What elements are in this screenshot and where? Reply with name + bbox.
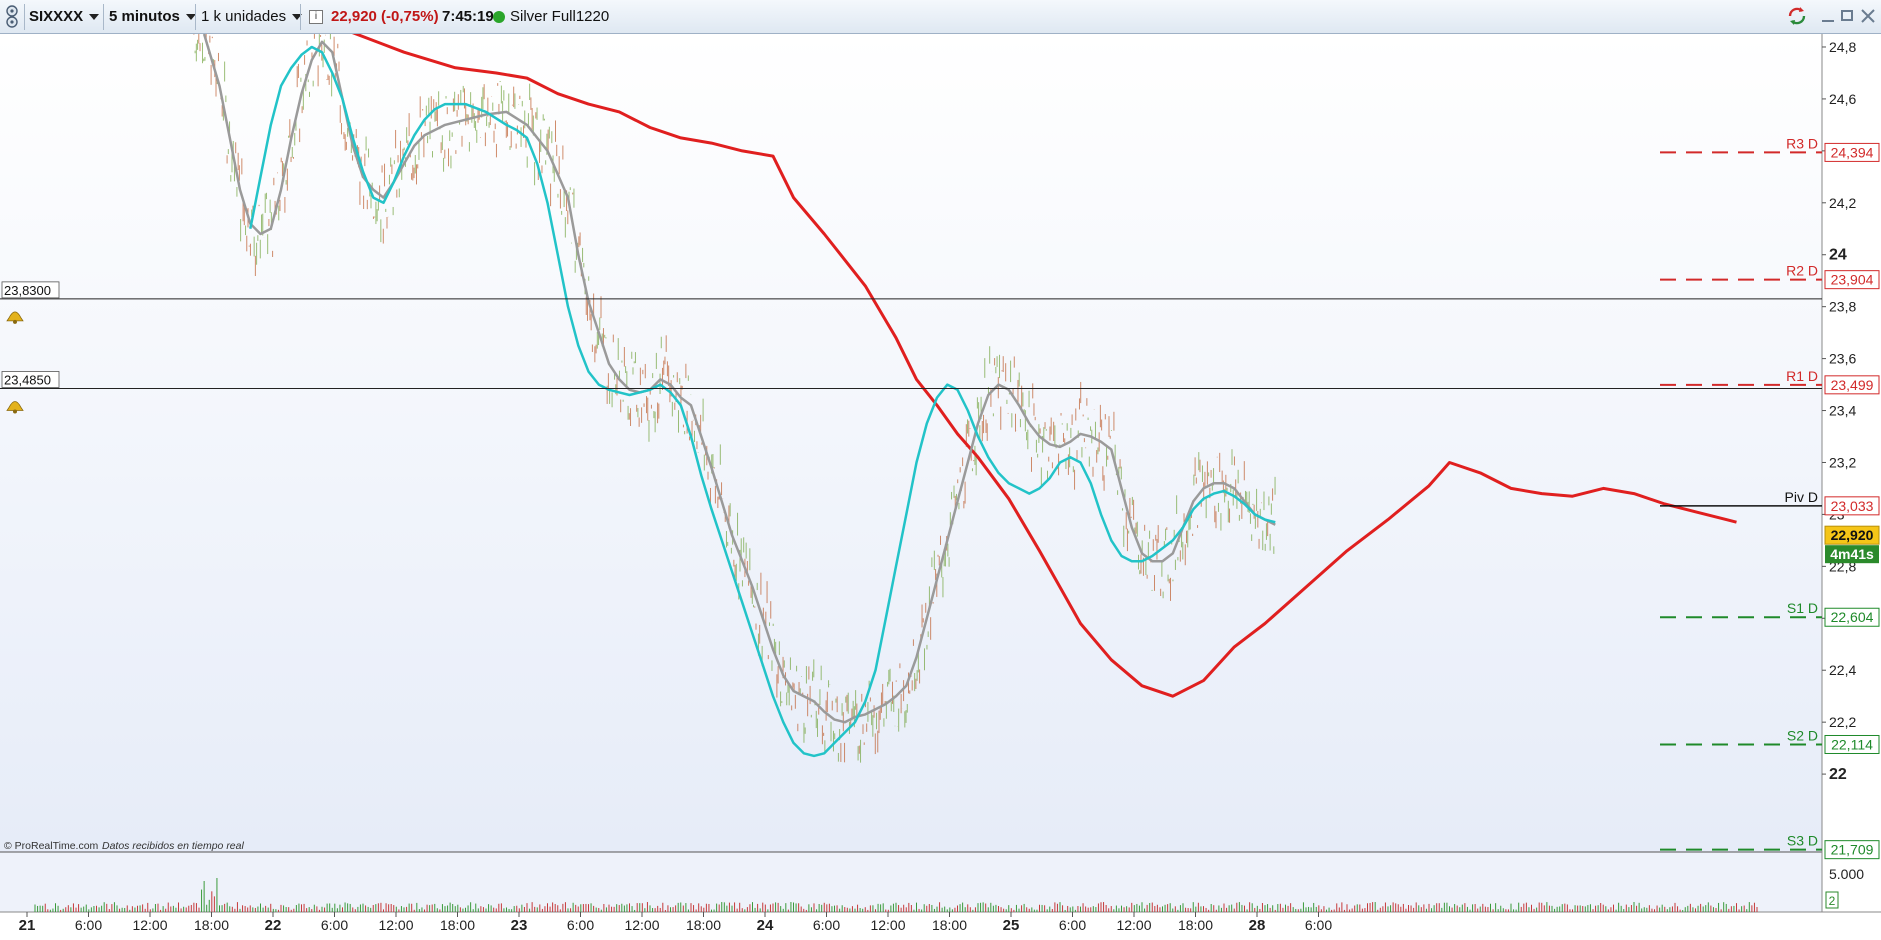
pivot-name: S1 D <box>1787 600 1818 616</box>
x-tick-label: 18:00 <box>440 917 475 933</box>
y-tick-label: 24,6 <box>1829 91 1856 107</box>
volume-tick-label: 5.000 <box>1829 866 1864 882</box>
x-tick-label: 12:00 <box>624 917 659 933</box>
refresh-icon[interactable] <box>1786 5 1808 27</box>
pivot-value: 23,904 <box>1831 272 1874 288</box>
x-tick-label: 28 <box>1249 917 1266 934</box>
symbol-label: SIXXXX <box>29 8 84 25</box>
x-tick-label: 6:00 <box>1305 917 1332 933</box>
x-tick-label: 18:00 <box>932 917 967 933</box>
x-tick-label: 25 <box>1003 917 1020 934</box>
pivot-value: 21,709 <box>1831 842 1874 858</box>
x-tick-label: 12:00 <box>378 917 413 933</box>
x-tick-label: 12:00 <box>132 917 167 933</box>
price-change: 22,920 (-0,75%) <box>331 8 439 25</box>
symbol-dropdown[interactable]: SIXXXX <box>29 0 100 34</box>
timeframe-dropdown[interactable]: 5 minutos <box>109 0 196 34</box>
x-tick-label: 24 <box>757 917 774 934</box>
y-tick-label: 23,8 <box>1829 299 1856 315</box>
pivot-value: 23,499 <box>1831 377 1874 393</box>
toolbar-divider <box>300 4 301 30</box>
units-dropdown[interactable]: 1 k unidades <box>201 0 303 34</box>
x-tick-label: 18:00 <box>194 917 229 933</box>
clock-time: 7:45:19 <box>442 8 494 25</box>
alert-label: 23,4850 <box>4 372 51 387</box>
x-tick-label: 6:00 <box>813 917 840 933</box>
pivot-name: Piv D <box>1785 489 1818 505</box>
y-tick-label: 24 <box>1829 247 1847 264</box>
x-tick-label: 12:00 <box>870 917 905 933</box>
x-tick-label: 18:00 <box>686 917 721 933</box>
toolbar-divider <box>24 4 25 30</box>
pivot-name: R2 D <box>1786 263 1818 279</box>
x-tick-label: 22 <box>265 917 282 934</box>
x-tick-label: 6:00 <box>321 917 348 933</box>
chevron-down-icon <box>89 14 100 21</box>
y-tick-label: 23,2 <box>1829 454 1856 470</box>
minimize-icon[interactable] <box>1820 8 1836 24</box>
copyright-text: © ProRealTime.com <box>4 840 99 852</box>
toolbar: SIXXXX 5 minutos 1 k unidades i 22,920 (… <box>0 0 1881 34</box>
plot-background <box>0 34 1822 852</box>
toolbar-divider <box>195 4 196 30</box>
feed-status-text: Datos recibidos en tiempo real <box>102 840 244 852</box>
y-tick-label: 22,4 <box>1829 662 1856 678</box>
chart-canvas[interactable]: 23,8300 23,4850 R3 D R2 D R1 D Piv D S1 D S2 D S… <box>0 6 1881 935</box>
pivot-value: 24,394 <box>1831 144 1874 160</box>
x-tick-label: 18:00 <box>1178 917 1213 933</box>
pivot-value: 23,033 <box>1831 498 1874 514</box>
pivot-value: 22,114 <box>1831 736 1873 752</box>
price-axis-background <box>1822 34 1881 935</box>
x-tick-label: 21 <box>19 917 36 934</box>
toolbar-divider <box>103 4 104 30</box>
info-icon[interactable]: i <box>309 0 323 34</box>
volume-background <box>0 852 1822 912</box>
pivot-name: R3 D <box>1786 135 1818 151</box>
timeframe-label: 5 minutos <box>109 8 180 25</box>
y-tick-label: 22 <box>1829 766 1847 783</box>
close-icon[interactable] <box>1860 8 1876 24</box>
x-tick-label: 23 <box>511 917 528 934</box>
price-chart[interactable]: 23,8300 23,4850 R3 D R2 D R1 D Piv D S1 D S2 D S… <box>0 6 1881 935</box>
maximize-icon[interactable] <box>1840 8 1856 24</box>
prorealtime-logo-icon[interactable] <box>4 0 24 34</box>
pivot-value: 22,604 <box>1831 609 1874 625</box>
y-tick-label: 23,4 <box>1829 403 1856 419</box>
pivot-name: R1 D <box>1786 368 1818 384</box>
x-tick-label: 6:00 <box>567 917 594 933</box>
x-tick-label: 6:00 <box>1059 917 1086 933</box>
last-price-value: 22,920 <box>1831 527 1874 543</box>
pivot-name: S2 D <box>1787 727 1818 743</box>
volume-badge-value: 2 <box>1829 894 1836 908</box>
pivot-name: S3 D <box>1787 833 1818 849</box>
green-dot-icon <box>493 0 505 34</box>
units-label: 1 k unidades <box>201 8 287 25</box>
alert-label: 23,8300 <box>4 283 51 298</box>
y-tick-label: 23,6 <box>1829 351 1856 367</box>
x-tick-label: 12:00 <box>1116 917 1151 933</box>
x-tick-label: 6:00 <box>75 917 102 933</box>
countdown-value: 4m41s <box>1830 546 1874 562</box>
y-tick-label: 24,2 <box>1829 195 1856 211</box>
account-label: Silver Full1220 <box>510 8 610 25</box>
y-tick-label: 24,8 <box>1829 39 1856 55</box>
y-tick-label: 22,2 <box>1829 714 1856 730</box>
